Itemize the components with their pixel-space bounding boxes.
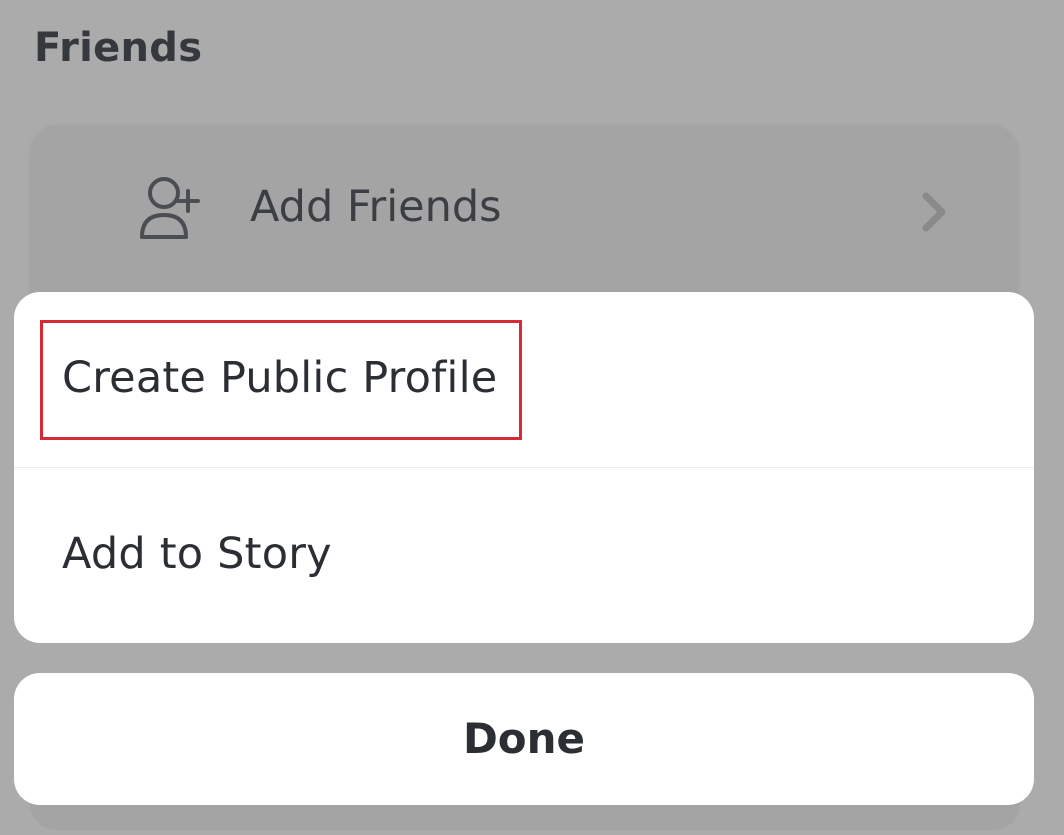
add-friend-icon: [140, 177, 200, 239]
add-friends-row[interactable]: Add Friends: [32, 125, 1017, 290]
add-to-story-option[interactable]: Add to Story: [14, 468, 1034, 643]
section-title: Friends: [34, 25, 203, 71]
done-label: Done: [462, 714, 586, 763]
action-sheet-menu: Create Public Profile Add to Story: [14, 292, 1034, 643]
chevron-right-icon: [922, 192, 946, 232]
done-button[interactable]: Done: [14, 673, 1034, 805]
create-public-profile-option[interactable]: Create Public Profile: [14, 292, 1034, 468]
add-to-story-label: Add to Story: [62, 529, 332, 579]
create-public-profile-label: Create Public Profile: [62, 353, 498, 403]
add-friends-label: Add Friends: [250, 182, 502, 232]
